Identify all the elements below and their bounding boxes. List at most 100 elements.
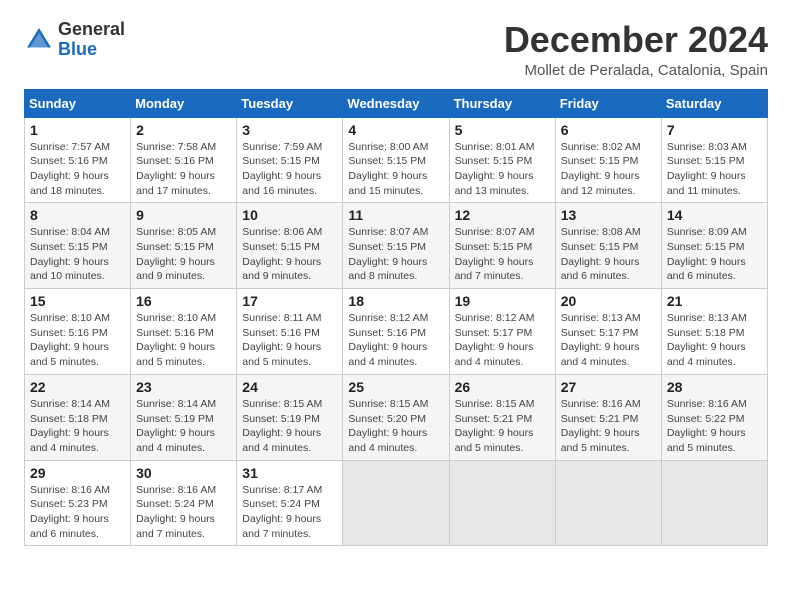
calendar-table: SundayMondayTuesdayWednesdayThursdayFrid… bbox=[24, 89, 768, 547]
header-tuesday: Tuesday bbox=[237, 89, 343, 117]
calendar-cell: 15Sunrise: 8:10 AMSunset: 5:16 PMDayligh… bbox=[25, 289, 131, 375]
day-info: Sunrise: 8:12 AMSunset: 5:16 PMDaylight:… bbox=[348, 311, 443, 370]
calendar-week-row: 29 Sunrise: 8:16 AMSunset: 5:23 PMDayligh… bbox=[25, 460, 768, 546]
day-number: 23 bbox=[136, 379, 231, 395]
day-info: Sunrise: 8:01 AMSunset: 5:15 PMDaylight:… bbox=[455, 140, 550, 199]
day-number: 8 bbox=[30, 207, 125, 223]
header-monday: Monday bbox=[131, 89, 237, 117]
month-title: December 2024 bbox=[504, 20, 768, 60]
day-info: Sunrise: 8:17 AMSunset: 5:24 PMDaylight:… bbox=[242, 483, 337, 542]
day-number: 18 bbox=[348, 293, 443, 309]
day-info: Sunrise: 8:16 AMSunset: 5:22 PMDaylight:… bbox=[667, 397, 762, 456]
day-number: 5 bbox=[455, 122, 550, 138]
day-info: Sunrise: 8:15 AMSunset: 5:21 PMDaylight:… bbox=[455, 397, 550, 456]
location-title: Mollet de Peralada, Catalonia, Spain bbox=[504, 62, 768, 79]
day-info: Sunrise: 8:08 AMSunset: 5:15 PMDaylight:… bbox=[561, 225, 656, 284]
day-info: Sunrise: 8:15 AMSunset: 5:20 PMDaylight:… bbox=[348, 397, 443, 456]
calendar-cell: 5 Sunrise: 8:01 AMSunset: 5:15 PMDaylight… bbox=[449, 117, 555, 203]
day-info: Sunrise: 7:58 AMSunset: 5:16 PMDaylight:… bbox=[136, 140, 231, 199]
header-thursday: Thursday bbox=[449, 89, 555, 117]
calendar-cell: 14 Sunrise: 8:09 AMSunset: 5:15 PMDayligh… bbox=[661, 203, 767, 289]
day-number: 22 bbox=[30, 379, 125, 395]
calendar-cell: 29 Sunrise: 8:16 AMSunset: 5:23 PMDayligh… bbox=[25, 460, 131, 546]
calendar-cell: 19Sunrise: 8:12 AMSunset: 5:17 PMDayligh… bbox=[449, 289, 555, 375]
header-friday: Friday bbox=[555, 89, 661, 117]
day-number: 10 bbox=[242, 207, 337, 223]
day-info: Sunrise: 8:09 AMSunset: 5:15 PMDaylight:… bbox=[667, 225, 762, 284]
calendar-cell: 30 Sunrise: 8:16 AMSunset: 5:24 PMDayligh… bbox=[131, 460, 237, 546]
calendar-cell: 21Sunrise: 8:13 AMSunset: 5:18 PMDayligh… bbox=[661, 289, 767, 375]
calendar-cell: 26Sunrise: 8:15 AMSunset: 5:21 PMDayligh… bbox=[449, 374, 555, 460]
day-number: 11 bbox=[348, 207, 443, 223]
calendar-cell: 27Sunrise: 8:16 AMSunset: 5:21 PMDayligh… bbox=[555, 374, 661, 460]
day-number: 28 bbox=[667, 379, 762, 395]
calendar-cell: 23 Sunrise: 8:14 AMSunset: 5:19 PMDayligh… bbox=[131, 374, 237, 460]
day-info: Sunrise: 8:02 AMSunset: 5:15 PMDaylight:… bbox=[561, 140, 656, 199]
calendar-cell: 11 Sunrise: 8:07 AMSunset: 5:15 PMDayligh… bbox=[343, 203, 449, 289]
day-info: Sunrise: 8:10 AMSunset: 5:16 PMDaylight:… bbox=[136, 311, 231, 370]
day-info: Sunrise: 8:14 AMSunset: 5:18 PMDaylight:… bbox=[30, 397, 125, 456]
day-number: 14 bbox=[667, 207, 762, 223]
day-info: Sunrise: 8:11 AMSunset: 5:16 PMDaylight:… bbox=[242, 311, 337, 370]
calendar-cell bbox=[661, 460, 767, 546]
calendar-cell: 3 Sunrise: 7:59 AMSunset: 5:15 PMDaylight… bbox=[237, 117, 343, 203]
day-number: 4 bbox=[348, 122, 443, 138]
calendar-cell: 25 Sunrise: 8:15 AMSunset: 5:20 PMDayligh… bbox=[343, 374, 449, 460]
calendar-week-row: 22 Sunrise: 8:14 AMSunset: 5:18 PMDayligh… bbox=[25, 374, 768, 460]
day-number: 7 bbox=[667, 122, 762, 138]
day-number: 31 bbox=[242, 465, 337, 481]
calendar-cell: 18 Sunrise: 8:12 AMSunset: 5:16 PMDayligh… bbox=[343, 289, 449, 375]
header-saturday: Saturday bbox=[661, 89, 767, 117]
calendar-cell: 4 Sunrise: 8:00 AMSunset: 5:15 PMDaylight… bbox=[343, 117, 449, 203]
calendar-header-row: SundayMondayTuesdayWednesdayThursdayFrid… bbox=[25, 89, 768, 117]
day-info: Sunrise: 8:03 AMSunset: 5:15 PMDaylight:… bbox=[667, 140, 762, 199]
day-number: 30 bbox=[136, 465, 231, 481]
calendar-cell bbox=[449, 460, 555, 546]
day-number: 25 bbox=[348, 379, 443, 395]
logo-icon bbox=[24, 25, 54, 55]
day-number: 6 bbox=[561, 122, 656, 138]
calendar-cell: 6 Sunrise: 8:02 AMSunset: 5:15 PMDaylight… bbox=[555, 117, 661, 203]
day-info: Sunrise: 8:13 AMSunset: 5:17 PMDaylight:… bbox=[561, 311, 656, 370]
day-number: 13 bbox=[561, 207, 656, 223]
day-info: Sunrise: 8:12 AMSunset: 5:17 PMDaylight:… bbox=[455, 311, 550, 370]
calendar-week-row: 8 Sunrise: 8:04 AMSunset: 5:15 PMDaylight… bbox=[25, 203, 768, 289]
day-number: 27 bbox=[561, 379, 656, 395]
day-info: Sunrise: 8:05 AMSunset: 5:15 PMDaylight:… bbox=[136, 225, 231, 284]
calendar-cell: 31 Sunrise: 8:17 AMSunset: 5:24 PMDayligh… bbox=[237, 460, 343, 546]
day-number: 17 bbox=[242, 293, 337, 309]
day-number: 15 bbox=[30, 293, 125, 309]
calendar-cell: 7 Sunrise: 8:03 AMSunset: 5:15 PMDaylight… bbox=[661, 117, 767, 203]
day-info: Sunrise: 8:16 AMSunset: 5:24 PMDaylight:… bbox=[136, 483, 231, 542]
day-info: Sunrise: 7:57 AMSunset: 5:16 PMDaylight:… bbox=[30, 140, 125, 199]
calendar-cell: 24 Sunrise: 8:15 AMSunset: 5:19 PMDayligh… bbox=[237, 374, 343, 460]
header-sunday: Sunday bbox=[25, 89, 131, 117]
day-info: Sunrise: 8:16 AMSunset: 5:23 PMDaylight:… bbox=[30, 483, 125, 542]
logo-general: General bbox=[58, 20, 125, 40]
day-info: Sunrise: 8:14 AMSunset: 5:19 PMDaylight:… bbox=[136, 397, 231, 456]
calendar-cell: 2Sunrise: 7:58 AMSunset: 5:16 PMDaylight… bbox=[131, 117, 237, 203]
logo-blue: Blue bbox=[58, 40, 125, 60]
calendar-week-row: 15 Sunrise: 8:10 AMSunset: 5:16 PMDayligh… bbox=[25, 289, 768, 375]
title-area: December 2024 Mollet de Peralada, Catalo… bbox=[504, 20, 768, 79]
day-number: 12 bbox=[455, 207, 550, 223]
day-info: Sunrise: 8:00 AMSunset: 5:15 PMDaylight:… bbox=[348, 140, 443, 199]
calendar-cell bbox=[555, 460, 661, 546]
header: General Blue December 2024 Mollet de Per… bbox=[24, 20, 768, 79]
day-number: 29 bbox=[30, 465, 125, 481]
logo-text: General Blue bbox=[58, 20, 125, 60]
header-wednesday: Wednesday bbox=[343, 89, 449, 117]
day-info: Sunrise: 8:07 AMSunset: 5:15 PMDaylight:… bbox=[348, 225, 443, 284]
calendar-cell: 16Sunrise: 8:10 AMSunset: 5:16 PMDayligh… bbox=[131, 289, 237, 375]
day-info: Sunrise: 8:07 AMSunset: 5:15 PMDaylight:… bbox=[455, 225, 550, 284]
day-number: 3 bbox=[242, 122, 337, 138]
day-info: Sunrise: 8:15 AMSunset: 5:19 PMDaylight:… bbox=[242, 397, 337, 456]
calendar-cell: 20Sunrise: 8:13 AMSunset: 5:17 PMDayligh… bbox=[555, 289, 661, 375]
logo: General Blue bbox=[24, 20, 125, 60]
day-info: Sunrise: 8:04 AMSunset: 5:15 PMDaylight:… bbox=[30, 225, 125, 284]
calendar-cell: 22 Sunrise: 8:14 AMSunset: 5:18 PMDayligh… bbox=[25, 374, 131, 460]
day-number: 24 bbox=[242, 379, 337, 395]
calendar-cell: 17 Sunrise: 8:11 AMSunset: 5:16 PMDayligh… bbox=[237, 289, 343, 375]
day-number: 9 bbox=[136, 207, 231, 223]
day-info: Sunrise: 7:59 AMSunset: 5:15 PMDaylight:… bbox=[242, 140, 337, 199]
